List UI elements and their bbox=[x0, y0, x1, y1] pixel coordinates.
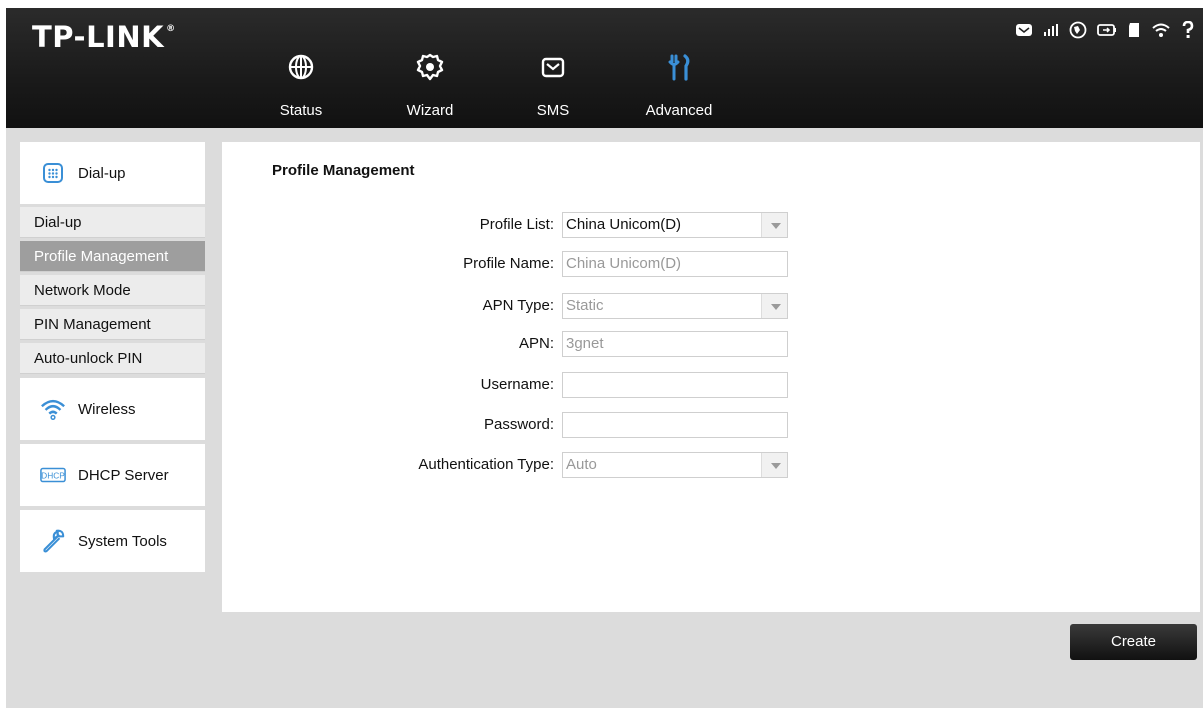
page-title: Profile Management bbox=[272, 162, 415, 179]
chevron-down-icon[interactable] bbox=[761, 453, 787, 477]
sidebar-group-system-tools[interactable]: System Tools bbox=[20, 510, 205, 572]
profile-list-label: Profile List: bbox=[479, 216, 554, 233]
dialpad-icon bbox=[40, 160, 66, 186]
sidebar-group-dhcp-server[interactable]: DHCP DHCP Server bbox=[20, 444, 205, 506]
sidebar-item-network-mode[interactable]: Network Mode bbox=[20, 275, 205, 306]
tools-icon bbox=[668, 54, 690, 81]
sidebar-group-dialup[interactable]: Dial-up bbox=[20, 142, 205, 204]
battery-icon bbox=[1097, 24, 1116, 36]
sidebar-group-wireless-label: Wireless bbox=[78, 400, 136, 418]
username-input[interactable] bbox=[562, 372, 788, 398]
app-frame: TP-LINK ® Status Wizard SMS Advanced Dia… bbox=[6, 8, 1203, 708]
auth-type-select[interactable]: Auto bbox=[562, 452, 788, 478]
svg-text:DHCP: DHCP bbox=[41, 471, 65, 481]
sidebar-group-dhcp-label: DHCP Server bbox=[78, 466, 169, 484]
sd-card-icon bbox=[1129, 23, 1139, 37]
envelope-icon bbox=[541, 57, 565, 78]
apn-row: APN: 3gnet bbox=[222, 331, 1200, 357]
top-header: TP-LINK ® Status Wizard SMS Advanced bbox=[6, 8, 1203, 128]
nav-sms[interactable]: SMS bbox=[508, 48, 598, 126]
profile-name-row: Profile Name: China Unicom(D) bbox=[222, 251, 1200, 277]
apn-type-select[interactable]: Static bbox=[562, 293, 788, 319]
password-row: Password: bbox=[222, 412, 1200, 438]
auth-type-row: Authentication Type: Auto bbox=[222, 452, 1200, 478]
sidebar: Dial-up Dial-up Profile Management Netwo… bbox=[20, 142, 205, 572]
sidebar-item-pin-management[interactable]: PIN Management bbox=[20, 309, 205, 340]
apn-label: APN: bbox=[518, 335, 554, 352]
profile-name-label: Profile Name: bbox=[463, 255, 554, 272]
profile-management-panel: Profile Management Profile List: China U… bbox=[222, 142, 1200, 612]
sidebar-group-dialup-label: Dial-up bbox=[78, 164, 126, 182]
profile-name-input[interactable]: China Unicom(D) bbox=[562, 251, 788, 277]
status-bar bbox=[1015, 20, 1195, 40]
wifi-icon bbox=[1152, 23, 1170, 37]
sidebar-group-wireless[interactable]: Wireless bbox=[20, 378, 205, 440]
sidebar-item-profile-management[interactable]: Profile Management bbox=[20, 241, 205, 272]
sidebar-item-auto-unlock-pin[interactable]: Auto-unlock PIN bbox=[20, 343, 205, 374]
sidebar-group-system-tools-label: System Tools bbox=[78, 532, 167, 550]
password-input[interactable] bbox=[562, 412, 788, 438]
nav-status-label: Status bbox=[279, 102, 323, 119]
apn-type-label: APN Type: bbox=[482, 297, 554, 314]
chevron-down-icon[interactable] bbox=[761, 294, 787, 318]
help-icon[interactable] bbox=[1181, 21, 1195, 39]
gear-icon bbox=[416, 53, 444, 81]
brand-logo: TP-LINK ® bbox=[32, 20, 176, 54]
globe-icon bbox=[288, 54, 314, 80]
internet-icon bbox=[1069, 21, 1087, 39]
auth-type-label: Authentication Type: bbox=[418, 456, 554, 473]
nav-advanced[interactable]: Advanced bbox=[634, 48, 724, 126]
dhcp-icon: DHCP bbox=[40, 462, 66, 488]
apn-type-row: APN Type: Static bbox=[222, 293, 1200, 319]
nav-advanced-label: Advanced bbox=[645, 102, 713, 119]
wrench-icon bbox=[40, 528, 66, 554]
nav-status[interactable]: Status bbox=[256, 48, 346, 126]
profile-list-select[interactable]: China Unicom(D) bbox=[562, 212, 788, 238]
username-label: Username: bbox=[480, 376, 554, 393]
apn-input[interactable]: 3gnet bbox=[562, 331, 788, 357]
profile-list-row: Profile List: China Unicom(D) bbox=[222, 212, 1200, 238]
message-icon[interactable] bbox=[1015, 23, 1033, 37]
chevron-down-icon[interactable] bbox=[761, 213, 787, 237]
nav-wizard[interactable]: Wizard bbox=[385, 48, 475, 126]
username-row: Username: bbox=[222, 372, 1200, 398]
wifi-icon bbox=[40, 396, 66, 422]
nav-sms-label: SMS bbox=[536, 102, 570, 119]
create-button[interactable]: Create bbox=[1070, 624, 1197, 660]
signal-icon bbox=[1044, 24, 1058, 36]
sidebar-item-dialup[interactable]: Dial-up bbox=[20, 207, 205, 238]
password-label: Password: bbox=[483, 416, 554, 433]
nav-wizard-label: Wizard bbox=[406, 102, 454, 119]
